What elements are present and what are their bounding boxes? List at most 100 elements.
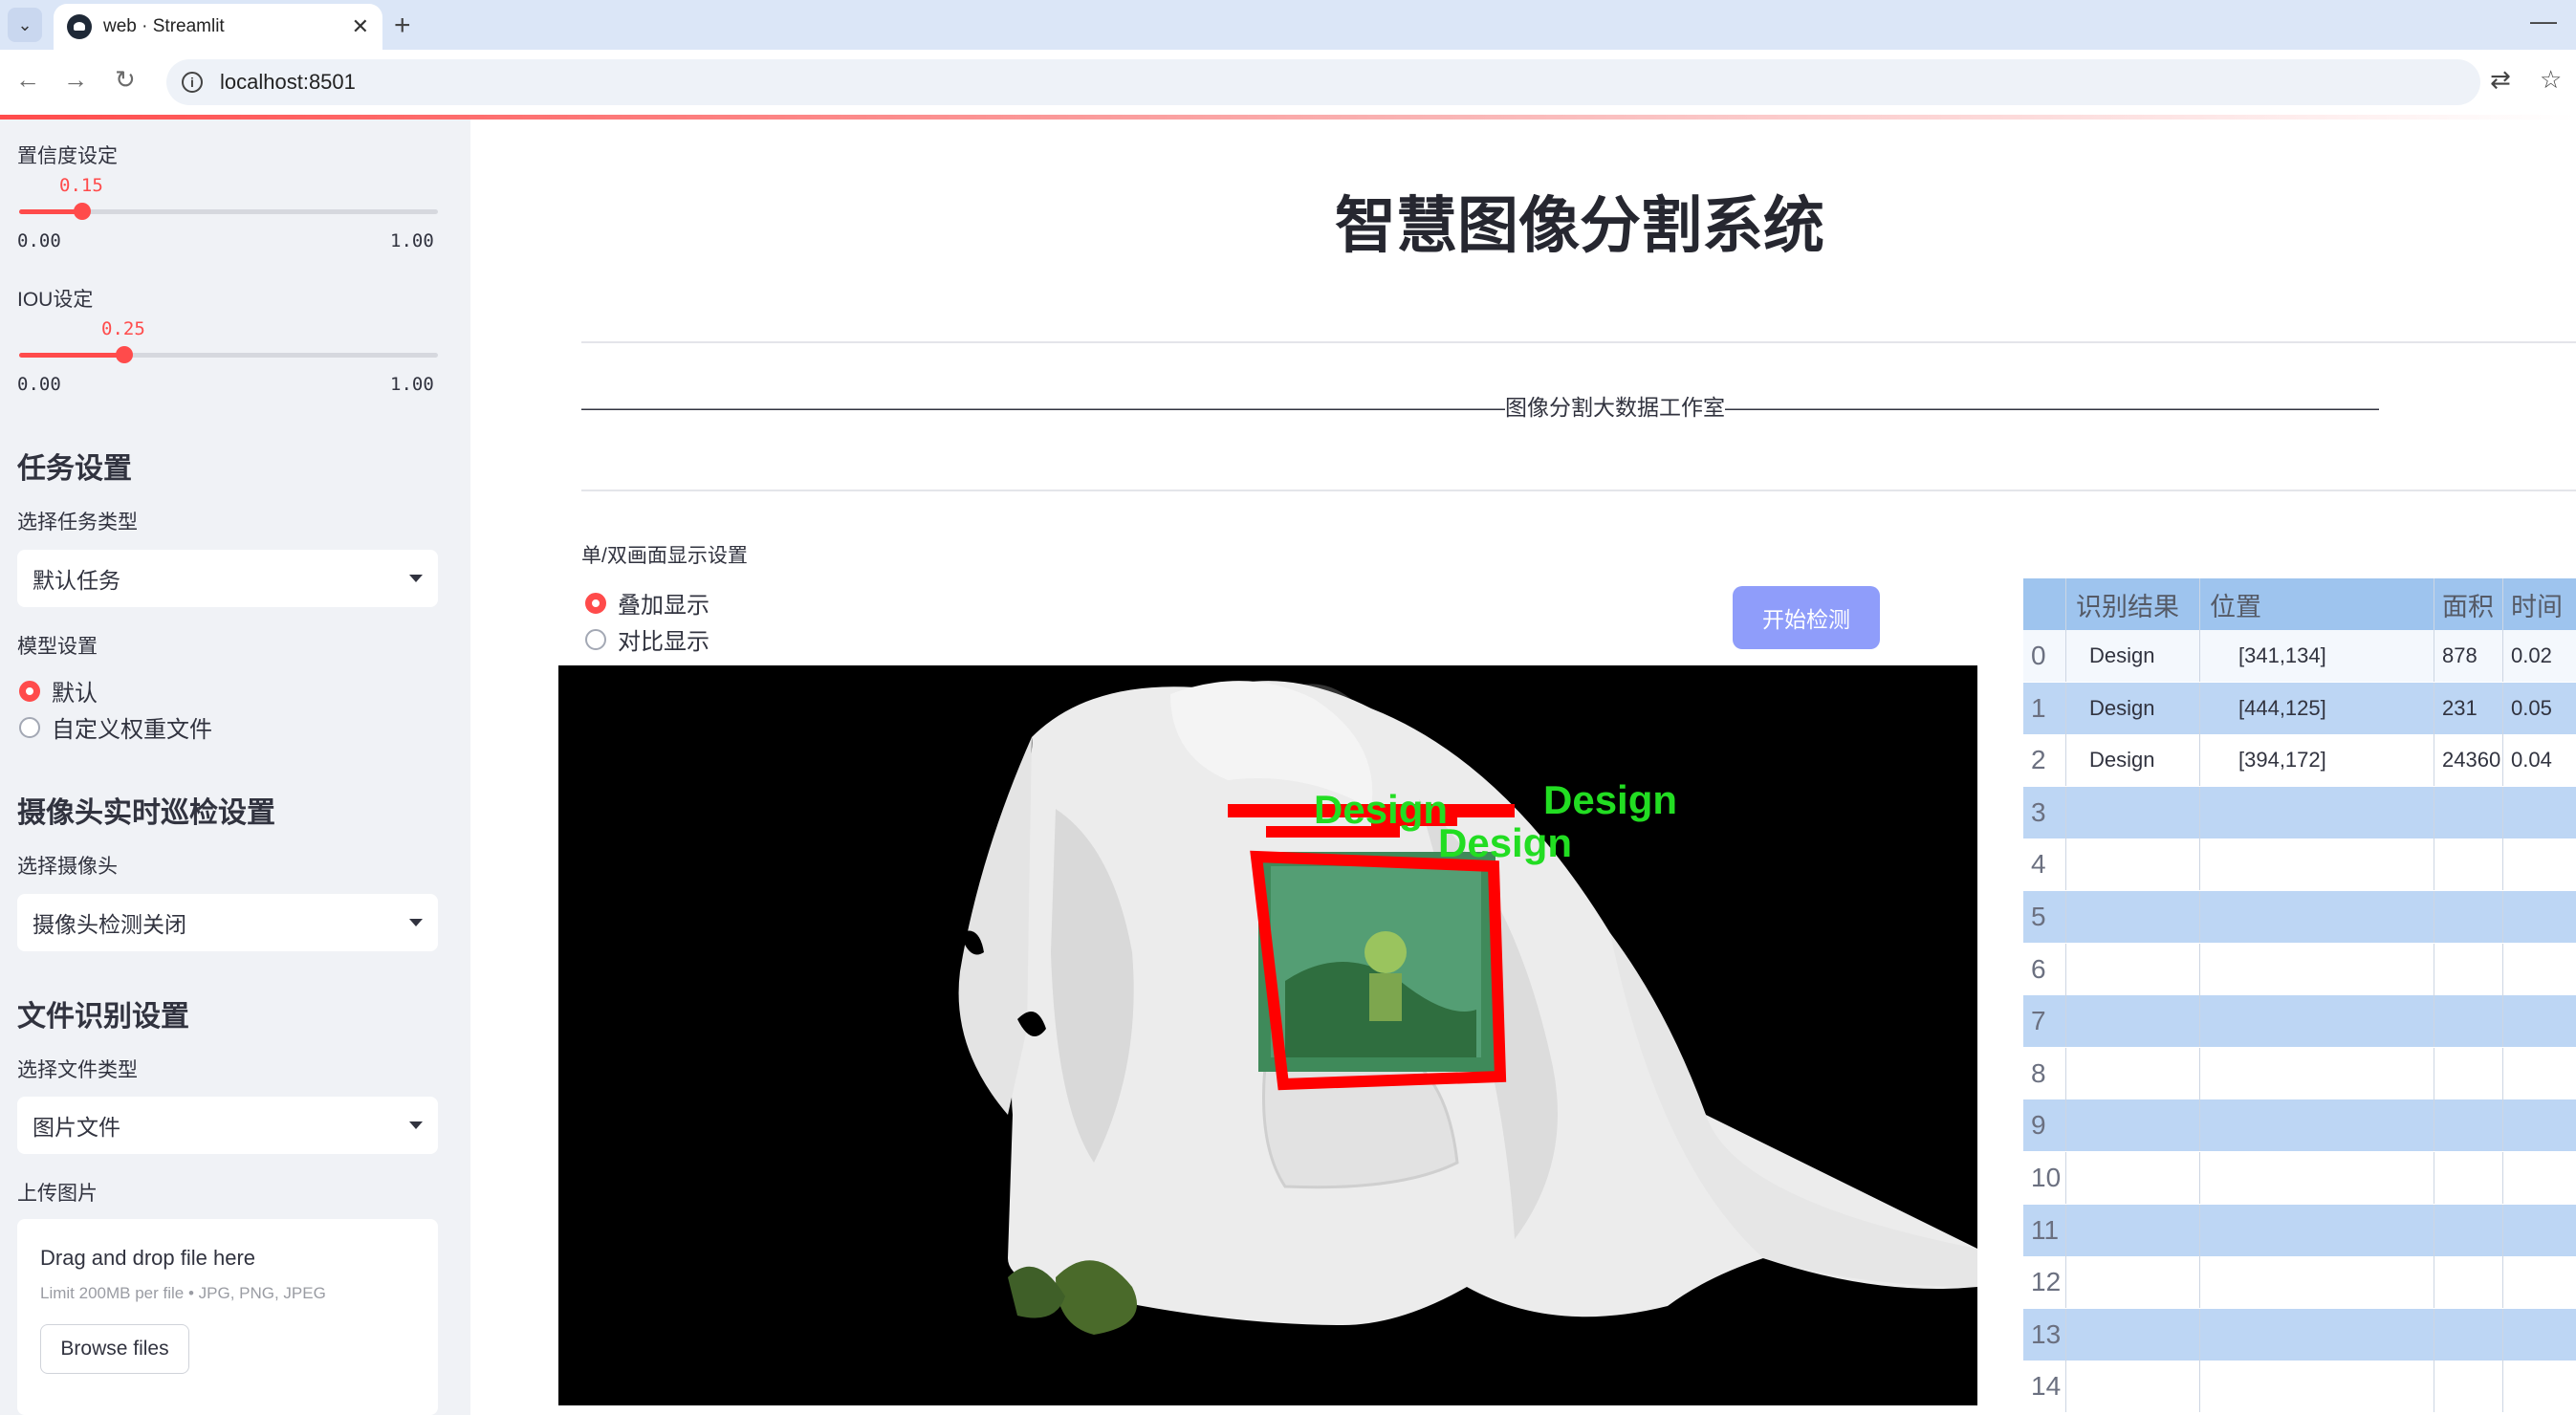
table-row[interactable]: 9	[2023, 1099, 2576, 1152]
cell-result	[2066, 1204, 2200, 1256]
cell-area	[2434, 943, 2503, 995]
cell-time	[2503, 1256, 2576, 1308]
row-index: 7	[2023, 995, 2066, 1048]
start-detection-button[interactable]: 开始检测	[1733, 586, 1880, 649]
display-option-compare[interactable]: 对比显示	[585, 622, 709, 656]
model-option-custom-weights[interactable]: 自定义权重文件	[19, 710, 212, 744]
cell-position	[2200, 786, 2434, 838]
site-info-icon[interactable]: i	[182, 72, 203, 93]
cell-area	[2434, 786, 2503, 838]
cell-position	[2200, 1099, 2434, 1152]
results-table[interactable]: 识别结果 位置 面积 时间 0 Design [341,134] 878 0.02 1 De…	[2023, 578, 2576, 1415]
confidence-slider[interactable]	[19, 203, 438, 220]
streamlit-favicon-icon	[67, 14, 92, 39]
table-row[interactable]: 1 Design [444,125] 231 0.05	[2023, 682, 2576, 734]
camera-value: 摄像头检测关闭	[33, 912, 186, 937]
radio-label: 对比显示	[618, 629, 709, 655]
iou-value: 0.25	[101, 318, 145, 339]
row-index: 3	[2023, 786, 2066, 838]
cell-position	[2200, 1308, 2434, 1361]
hoodie-segmentation-result: Design Design Design	[958, 681, 1977, 1335]
row-index: 11	[2023, 1204, 2066, 1256]
table-row[interactable]: 4	[2023, 838, 2576, 891]
table-row[interactable]: 11	[2023, 1204, 2576, 1256]
radio-button[interactable]	[19, 680, 40, 702]
camera-select[interactable]: 摄像头检测关闭	[17, 894, 438, 951]
url-text: localhost:8501	[220, 70, 356, 94]
table-row[interactable]: 13	[2023, 1308, 2576, 1361]
iou-slider[interactable]	[19, 346, 438, 363]
dropzone-title: Drag and drop file here	[40, 1246, 256, 1270]
iou-slider-fill	[19, 353, 124, 358]
table-row[interactable]: 6	[2023, 943, 2576, 995]
table-row[interactable]: 8	[2023, 1047, 2576, 1099]
cell-time	[2503, 1152, 2576, 1204]
confidence-slider-thumb[interactable]	[74, 203, 91, 220]
cell-time	[2503, 995, 2576, 1047]
new-tab-icon[interactable]: +	[394, 10, 411, 42]
table-row[interactable]: 5	[2023, 891, 2576, 943]
cell-time	[2503, 787, 2576, 838]
cell-area: 231	[2434, 682, 2503, 734]
tab-close-icon[interactable]: ✕	[352, 14, 369, 39]
radio-button[interactable]	[585, 592, 606, 614]
cell-result: Design	[2066, 734, 2200, 787]
header-result[interactable]: 识别结果	[2066, 578, 2200, 630]
header-area[interactable]: 面积	[2434, 578, 2503, 630]
cell-area: 24360	[2434, 734, 2503, 787]
cell-result	[2066, 1099, 2200, 1152]
table-row[interactable]: 0 Design [341,134] 878 0.02	[2023, 630, 2576, 682]
model-option-default[interactable]: 默认	[19, 674, 98, 708]
confidence-min: 0.00	[17, 230, 61, 251]
file-settings-heading: 文件识别设置	[17, 1001, 189, 1033]
radio-button[interactable]	[19, 716, 40, 738]
display-settings-label: 单/双画面显示设置	[581, 545, 748, 567]
cell-position: [394,172]	[2200, 734, 2434, 787]
radio-button[interactable]	[585, 628, 606, 650]
forward-arrow-icon[interactable]: →	[63, 65, 88, 95]
file-dropzone[interactable]: Drag and drop file here Limit 200MB per …	[17, 1219, 438, 1415]
camera-settings-heading: 摄像头实时巡检设置	[17, 797, 275, 829]
bookmark-star-icon[interactable]: ☆	[2540, 65, 2562, 95]
header-time[interactable]: 时间	[2503, 578, 2576, 630]
back-arrow-icon[interactable]: ←	[15, 65, 40, 95]
cell-area: 878	[2434, 630, 2503, 682]
cell-position	[2200, 1204, 2434, 1256]
cell-position: [444,125]	[2200, 682, 2434, 734]
divider	[581, 341, 2576, 343]
table-row[interactable]: 12	[2023, 1256, 2576, 1309]
studio-banner: ————————————————————————————————————————…	[581, 395, 2379, 420]
table-row[interactable]: 7	[2023, 995, 2576, 1048]
cell-result	[2066, 1256, 2200, 1309]
browse-files-button[interactable]: Browse files	[40, 1324, 189, 1374]
browser-tab[interactable]: web · Streamlit ✕	[54, 4, 382, 50]
cell-result	[2066, 1152, 2200, 1204]
cell-time	[2503, 1099, 2576, 1151]
cell-area	[2434, 1361, 2503, 1413]
table-row[interactable]: 14	[2023, 1361, 2576, 1413]
cell-result	[2066, 1047, 2200, 1099]
detection-label: Design	[1314, 787, 1448, 832]
tab-search-chevron-icon[interactable]: ⌄	[8, 8, 42, 42]
iou-slider-thumb[interactable]	[116, 346, 133, 363]
cell-position	[2200, 943, 2434, 995]
cell-position	[2200, 891, 2434, 943]
header-index	[2023, 578, 2066, 630]
table-row[interactable]: 3	[2023, 786, 2576, 838]
minimize-window-icon[interactable]: —	[2530, 6, 2557, 36]
radio-label: 自定义权重文件	[52, 717, 212, 743]
header-position[interactable]: 位置	[2200, 578, 2434, 630]
task-type-select[interactable]: 默认任务	[17, 550, 438, 607]
row-index: 0	[2023, 630, 2066, 682]
address-bar[interactable]: i localhost:8501	[166, 59, 2480, 105]
file-type-select[interactable]: 图片文件	[17, 1097, 438, 1154]
display-option-overlay[interactable]: 叠加显示	[585, 586, 709, 620]
row-index: 10	[2023, 1152, 2066, 1204]
reload-icon[interactable]: ↻	[115, 65, 136, 95]
table-row[interactable]: 10	[2023, 1152, 2576, 1204]
task-type-label: 选择任务类型	[17, 512, 138, 533]
cell-time: 0.02	[2503, 630, 2576, 682]
row-index: 4	[2023, 838, 2066, 891]
translate-icon[interactable]: ⇄	[2490, 65, 2511, 95]
table-row[interactable]: 2 Design [394,172] 24360 0.04	[2023, 734, 2576, 787]
